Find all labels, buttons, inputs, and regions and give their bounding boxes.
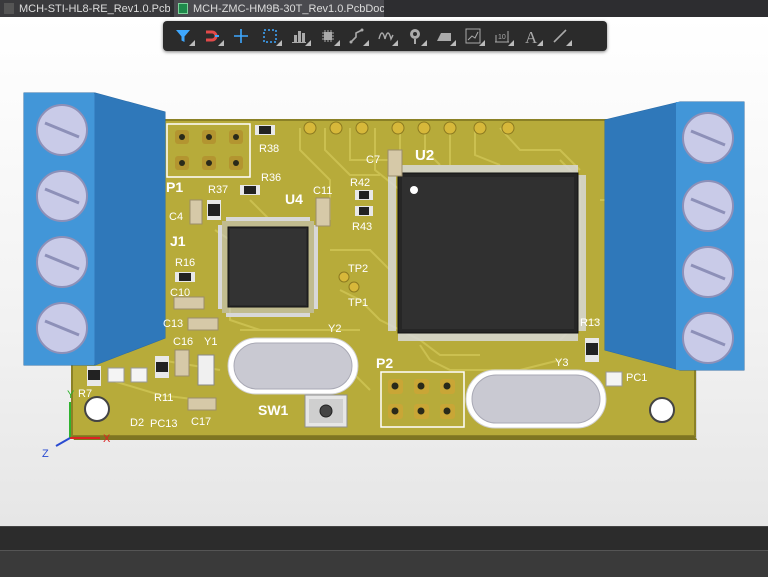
label-c7: C7 [366, 154, 380, 166]
label-u4: U4 [285, 191, 303, 207]
line-icon [552, 29, 567, 43]
label-r13: R13 [580, 317, 600, 329]
fill-icon [436, 33, 451, 41]
label-c10: C10 [170, 287, 190, 299]
crystal-y2 [227, 337, 359, 395]
align-tool[interactable] [287, 25, 311, 47]
fill-tool[interactable] [432, 25, 456, 47]
label-r42: R42 [350, 177, 370, 189]
label-pc1: PC1 [626, 372, 647, 384]
pcb-file-icon [178, 3, 188, 14]
route-icon [205, 30, 219, 42]
dimension-tool[interactable]: 10 [490, 25, 514, 47]
label-r38: R38 [259, 143, 279, 155]
crystal-y3 [465, 369, 607, 429]
text-icon: A [525, 28, 538, 45]
status-bar [0, 550, 768, 577]
svg-text:10: 10 [498, 34, 506, 41]
label-p2: P2 [376, 355, 393, 371]
label-u2: U2 [415, 147, 434, 164]
label-tp1: TP1 [348, 297, 368, 309]
route-track-tool[interactable] [345, 25, 369, 47]
pcb-3d-board: P1 J1 U4 U2 P2 SW1 R38 R37 R36 C4 C11 R4… [23, 92, 745, 460]
graph-icon [465, 28, 480, 44]
label-c17: C17 [191, 416, 211, 428]
graph-tool[interactable] [461, 25, 485, 47]
label-r11: R11 [154, 392, 173, 404]
sw1-button [304, 394, 348, 428]
route-track-icon [349, 28, 363, 44]
label-r36: R36 [261, 172, 281, 184]
document-tab-bar: MCH-STI-HL8-RE_Rev1.0.PcbDoc MCH-ZMC-HM9… [0, 0, 768, 17]
tab-label: MCH-ZMC-HM9B-30T_Rev1.0.PcbDoc [193, 2, 384, 15]
pcb-file-icon [4, 3, 14, 14]
active-bar-toolbar: 10 A [163, 21, 607, 51]
tab-pcb-zmc-hm9b[interactable]: MCH-ZMC-HM9B-30T_Rev1.0.PcbDoc [174, 0, 384, 17]
pcb-3d-viewport[interactable]: P1 J1 U4 U2 P2 SW1 R38 R37 R36 C4 C11 R4… [0, 17, 768, 526]
left-terminal-block [23, 92, 166, 366]
via-tool[interactable] [403, 25, 427, 47]
label-j1: J1 [170, 233, 186, 249]
diff-pair-icon [377, 32, 394, 42]
tab-pcb-sti-hl8[interactable]: MCH-STI-HL8-RE_Rev1.0.PcbDoc [0, 0, 170, 17]
label-y2: Y2 [328, 323, 341, 335]
select-rect-icon [262, 29, 277, 43]
label-r16: R16 [175, 257, 195, 269]
align-icon [291, 31, 306, 43]
bottom-panel [0, 526, 768, 551]
label-c13: C13 [163, 318, 183, 330]
select-rect-tool[interactable] [258, 25, 282, 47]
line-tool[interactable] [548, 25, 572, 47]
axis-y-label: Y [67, 389, 75, 401]
right-terminal-block [604, 101, 745, 371]
label-r37: R37 [208, 184, 228, 196]
label-pc13: PC13 [150, 418, 178, 430]
label-y1: Y1 [204, 336, 217, 348]
u2-chip [388, 165, 586, 341]
label-y3: Y3 [555, 357, 568, 369]
filter-tool[interactable] [171, 25, 195, 47]
label-tp2: TP2 [348, 263, 368, 275]
via-icon [409, 29, 420, 44]
axis-z-label: Z [42, 448, 49, 460]
tab-label: MCH-STI-HL8-RE_Rev1.0.PcbDoc [19, 2, 170, 15]
label-sw1: SW1 [258, 402, 289, 418]
diff-pair-tool[interactable] [374, 25, 398, 47]
component-tool[interactable] [316, 25, 340, 47]
axis-x-label: X [103, 433, 111, 445]
cross-tool[interactable] [229, 25, 252, 47]
label-c16: C16 [173, 336, 193, 348]
label-p1: P1 [166, 179, 183, 195]
label-c4: C4 [169, 211, 183, 223]
filter-icon [175, 30, 190, 42]
u4-chip [218, 217, 318, 317]
label-r7: R7 [78, 388, 92, 400]
cross-icon [233, 29, 248, 43]
label-c11: C11 [313, 185, 332, 197]
label-d2: D2 [130, 417, 144, 429]
text-tool[interactable]: A [519, 25, 543, 47]
dimension-icon: 10 [494, 31, 509, 43]
label-r43: R43 [352, 221, 372, 233]
route-tool[interactable] [200, 25, 224, 47]
component-icon [321, 30, 334, 42]
svg-text:A: A [525, 28, 538, 45]
